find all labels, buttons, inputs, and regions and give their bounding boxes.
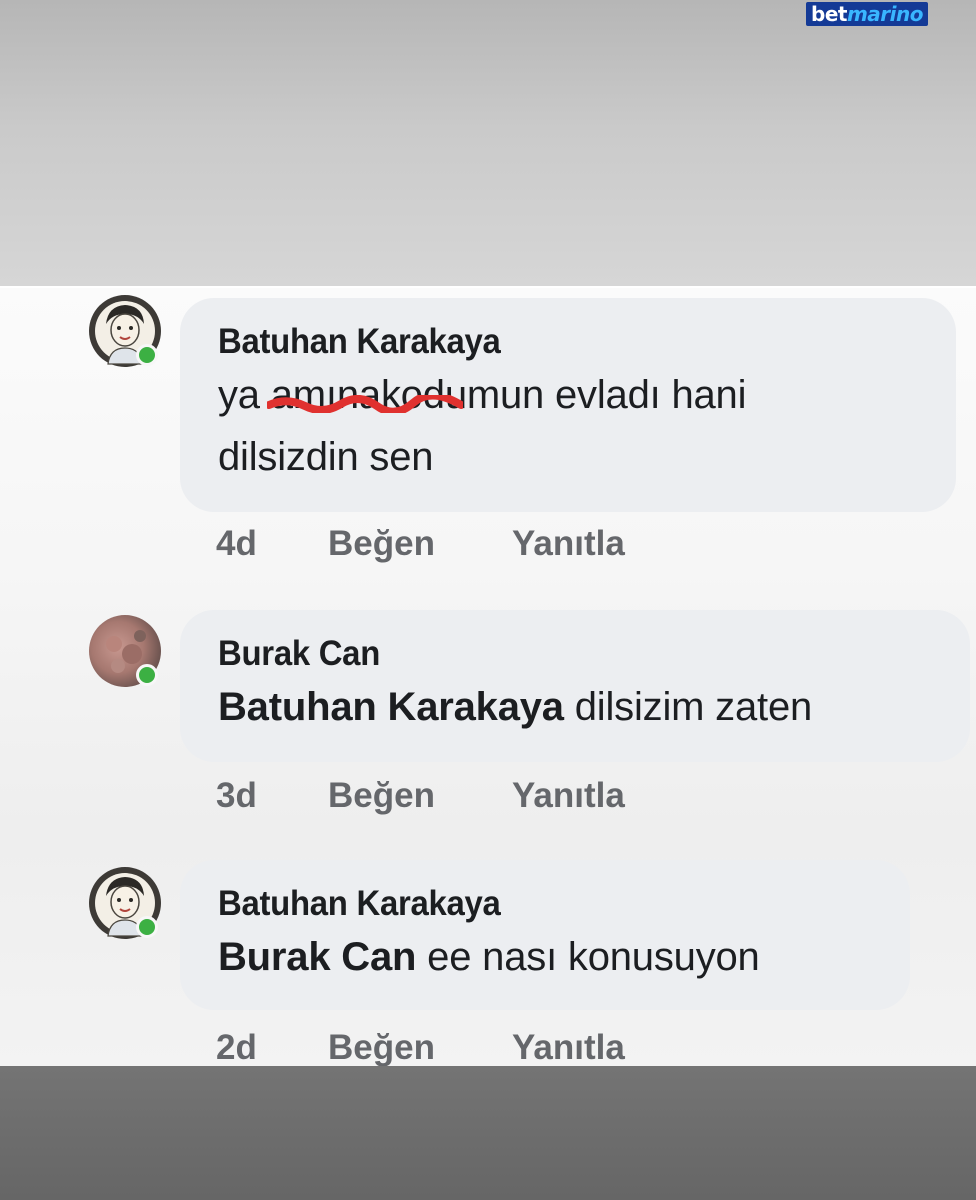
red-scribble-icon	[266, 395, 463, 413]
comment-text: Burak Can ee nası konusuyon	[218, 926, 872, 988]
online-status-dot	[136, 664, 158, 686]
comment-author[interactable]: Burak Can	[218, 632, 889, 676]
comment-text-body: dilsizim zaten	[563, 685, 813, 729]
avatar[interactable]	[88, 866, 162, 940]
online-status-dot	[136, 344, 158, 366]
top-background-band	[0, 0, 976, 286]
reply-button[interactable]: Yanıtla	[512, 1026, 625, 1068]
betmarino-watermark: bet marino	[806, 2, 928, 26]
comment-text-line2: dilsizdin sen	[218, 435, 434, 479]
comment-actions: 2d Beğen Yanıtla	[216, 1026, 625, 1068]
comment-bubble: Burak Can Batuhan Karakaya dilsizim zate…	[180, 610, 970, 762]
avatar[interactable]	[88, 294, 162, 368]
comment-author[interactable]: Batuhan Karakaya	[218, 882, 833, 926]
censored-word: amınakodumun	[266, 373, 544, 417]
avatar[interactable]	[88, 614, 162, 688]
comment-timestamp[interactable]: 3d	[216, 774, 328, 818]
bottom-background-band	[0, 1066, 976, 1200]
online-status-dot	[136, 916, 158, 938]
like-button[interactable]: Beğen	[328, 774, 512, 818]
like-button[interactable]: Beğen	[328, 522, 512, 566]
comment-author[interactable]: Batuhan Karakaya	[218, 320, 876, 364]
comment-bubble: Batuhan Karakaya ya amınakodumun evladı …	[180, 298, 956, 512]
like-button[interactable]: Beğen	[328, 1026, 512, 1068]
comment-text-rest: evladı hani	[544, 373, 747, 417]
mention-link[interactable]: Burak Can	[218, 935, 416, 979]
watermark-part1: bet	[811, 2, 847, 26]
mention-link[interactable]: Batuhan Karakaya	[218, 685, 564, 729]
comment-thread-screenshot: Batuhan Karakaya ya amınakodumun evladı …	[0, 286, 976, 1068]
comment-text: Batuhan Karakaya dilsizim zaten	[218, 676, 932, 738]
reply-button[interactable]: Yanıtla	[512, 774, 625, 818]
comment-timestamp[interactable]: 2d	[216, 1026, 328, 1068]
comment-text-line1: ya amınakodumun evladı hani	[218, 364, 918, 426]
comment-text-prefix: ya	[218, 373, 271, 417]
watermark-part2: marino	[846, 2, 924, 26]
comment-actions: 3d Beğen Yanıtla	[216, 774, 625, 818]
comment-bubble: Batuhan Karakaya Burak Can ee nası konus…	[180, 860, 910, 1010]
comment-text-body: ee nası konusuyon	[416, 935, 760, 979]
comment-actions: 4d Beğen Yanıtla	[216, 522, 625, 566]
reply-button[interactable]: Yanıtla	[512, 522, 625, 566]
comment-timestamp[interactable]: 4d	[216, 522, 328, 566]
